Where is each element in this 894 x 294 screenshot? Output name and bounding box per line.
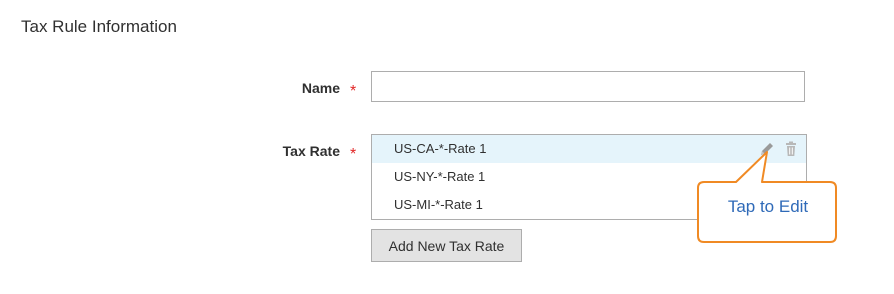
tax-rate-item-label: US-NY-*-Rate 1 (394, 169, 486, 184)
section-title: Tax Rule Information (21, 17, 177, 36)
name-label: Name (301, 80, 340, 96)
name-input[interactable] (371, 71, 805, 102)
tax-rate-item-label: US-MI-*-Rate 1 (394, 197, 483, 212)
tax-rate-required-mark: * (350, 146, 357, 163)
tax-rate-label: Tax Rate (282, 143, 340, 159)
tooltip-text: Tap to Edit (727, 197, 809, 216)
add-new-tax-rate-button[interactable]: Add New Tax Rate (371, 229, 522, 262)
tax-rate-item-label: US-CA-*-Rate 1 (394, 141, 487, 156)
name-required-mark: * (350, 83, 357, 100)
